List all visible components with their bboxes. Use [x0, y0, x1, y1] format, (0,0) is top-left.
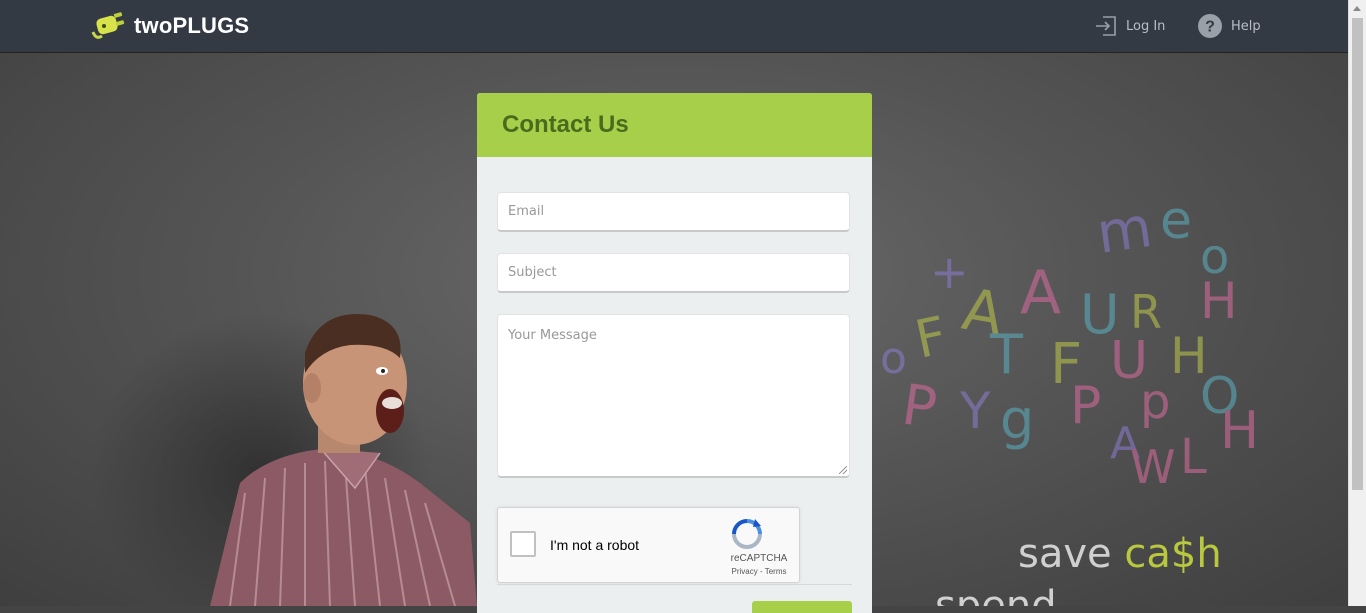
- contact-form-header: Contact Us: [477, 93, 872, 157]
- svg-text:e: e: [1160, 191, 1192, 251]
- top-navigation-bar: twoPLUGS Log In ? Help: [0, 0, 1349, 53]
- svg-text:o: o: [880, 333, 907, 384]
- svg-text:H: H: [1200, 272, 1238, 330]
- subject-field[interactable]: Subject: [497, 253, 850, 293]
- slogan-spend: spend: [935, 583, 1057, 606]
- recaptcha-label: I'm not a robot: [550, 537, 640, 553]
- svg-text:W: W: [1130, 440, 1175, 494]
- recaptcha-links[interactable]: Privacy - Terms: [720, 567, 798, 576]
- brand-logo[interactable]: twoPLUGS: [90, 10, 249, 42]
- brand-name: twoPLUGS: [134, 13, 250, 38]
- svg-text:g: g: [1000, 388, 1034, 451]
- email-placeholder: Email: [508, 204, 545, 219]
- email-field[interactable]: Email: [497, 192, 850, 232]
- plug-icon: [91, 12, 125, 39]
- vertical-scrollbar[interactable]: [1348, 0, 1366, 606]
- svg-text:T: T: [989, 323, 1024, 386]
- login-arrow-icon: [1096, 16, 1116, 36]
- svg-text:+: +: [930, 245, 969, 299]
- svg-text:H: H: [1220, 401, 1259, 461]
- scroll-up-arrow-icon[interactable]: [1353, 6, 1361, 11]
- recaptcha-brand: reCAPTCHA: [730, 553, 788, 564]
- svg-text:Y: Y: [959, 382, 991, 440]
- svg-text:m: m: [1093, 195, 1156, 267]
- svg-text:?: ?: [1205, 19, 1215, 36]
- slogan: save ca$h: [1018, 531, 1222, 577]
- floating-letters: m e o + A A U R H o F T F U H P Y g P p …: [880, 191, 1259, 494]
- login-link[interactable]: Log In: [1094, 0, 1165, 52]
- svg-text:A: A: [1020, 258, 1061, 328]
- question-circle-icon: ?: [1198, 14, 1222, 38]
- help-link[interactable]: ? Help: [1197, 0, 1261, 52]
- svg-text:p: p: [1140, 374, 1170, 430]
- message-textarea[interactable]: Your Message: [497, 314, 850, 478]
- recaptcha-widget: I'm not a robot reCAPTCHA Privacy - Term…: [497, 507, 800, 583]
- recaptcha-checkbox[interactable]: [510, 531, 536, 557]
- contact-form-card: Contact Us Email Subject Your Message I'…: [477, 93, 872, 613]
- form-divider: [497, 584, 852, 585]
- scrollbar-thumb[interactable]: [1352, 18, 1363, 490]
- resize-handle[interactable]: [839, 466, 847, 474]
- subject-placeholder: Subject: [508, 265, 557, 280]
- page-title: Contact Us: [502, 111, 629, 138]
- send-button[interactable]: [752, 601, 852, 613]
- svg-text:P: P: [1070, 376, 1101, 436]
- slogan-cash: ca$h: [1124, 531, 1222, 577]
- slogan-save: save: [1018, 531, 1112, 577]
- svg-text:L: L: [1180, 429, 1207, 485]
- recaptcha-icon: [732, 519, 762, 549]
- help-label: Help: [1231, 18, 1261, 34]
- svg-text:F: F: [910, 306, 952, 371]
- message-placeholder: Your Message: [508, 328, 597, 343]
- login-label: Log In: [1126, 18, 1166, 34]
